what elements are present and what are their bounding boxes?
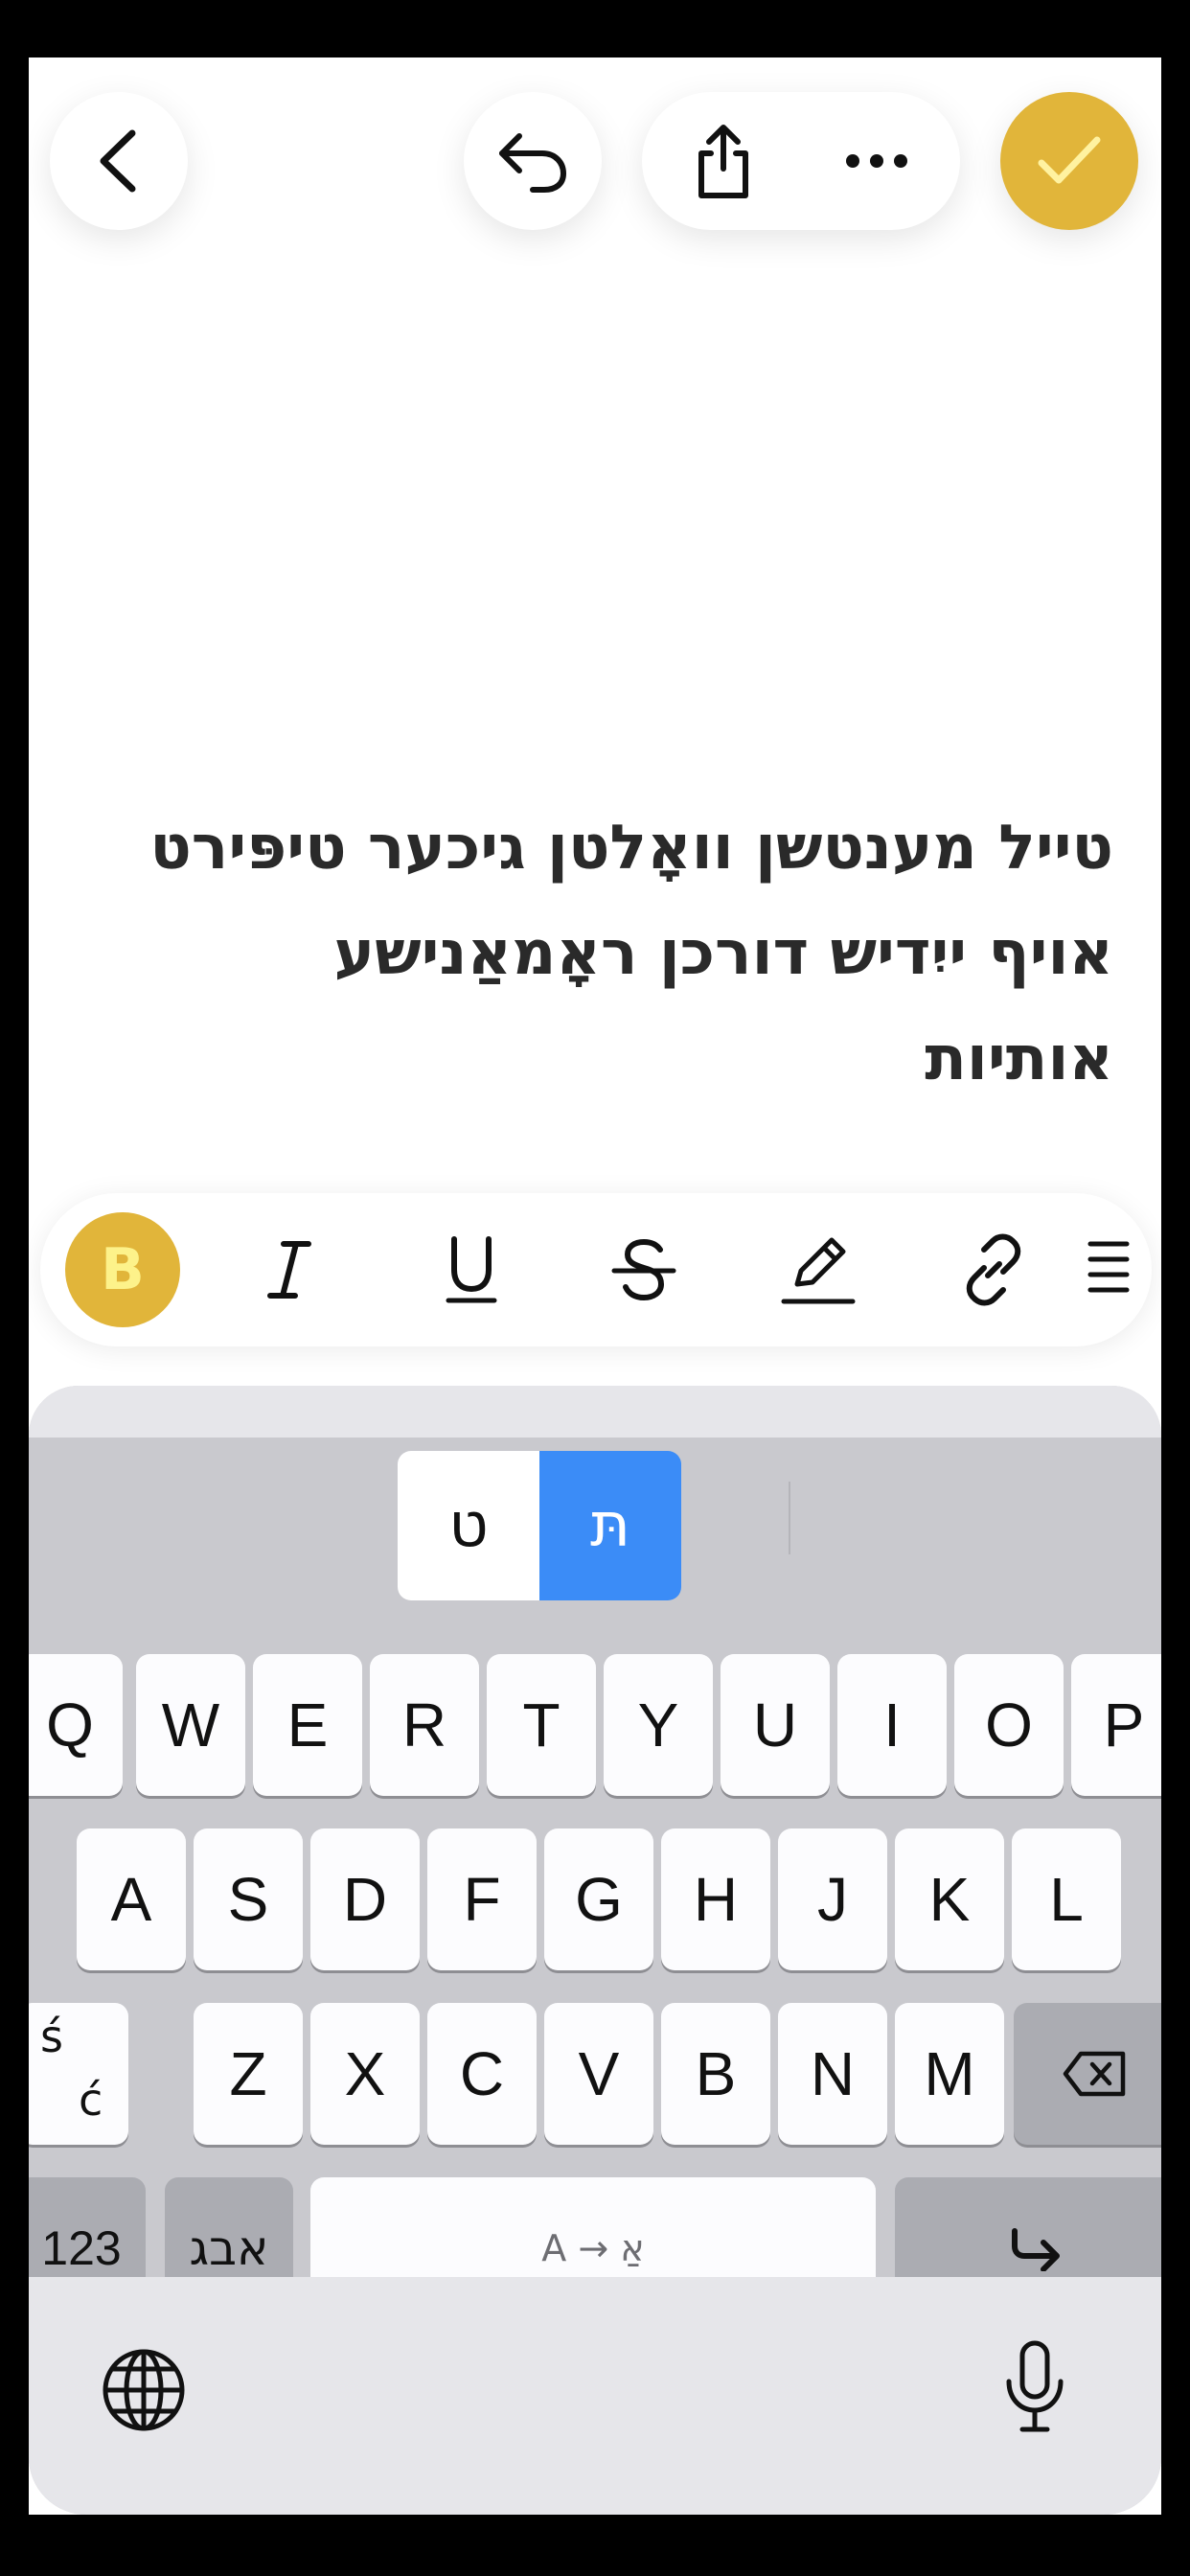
key-d[interactable]: D	[310, 1828, 420, 1970]
note-line-1: טייל מענטשן וואָלטן גיכער טיפּירט	[149, 813, 1113, 884]
key-u[interactable]: U	[721, 1654, 830, 1796]
share-button[interactable]	[671, 92, 776, 230]
key-n[interactable]: N	[778, 2003, 887, 2145]
suggestion-tet[interactable]: ט	[398, 1451, 539, 1600]
strikethrough-icon	[610, 1236, 677, 1303]
highlighter-pen-icon	[780, 1232, 857, 1307]
strikethrough-button[interactable]	[586, 1212, 701, 1327]
key-l[interactable]: L	[1012, 1828, 1121, 1970]
key-r[interactable]: R	[370, 1654, 479, 1796]
back-button[interactable]	[50, 92, 188, 230]
key-p[interactable]: P	[1071, 1654, 1161, 1796]
suggestion-divider	[789, 1482, 790, 1554]
backspace-icon	[1062, 2050, 1129, 2098]
share-icon	[690, 121, 757, 201]
keyboard: ט תּ Q W E R T Y U I O P A S D F G H J K…	[29, 1386, 1161, 2515]
checkmark-icon	[1036, 134, 1103, 188]
link-button[interactable]	[936, 1212, 1051, 1327]
key-c[interactable]: C	[427, 2003, 537, 2145]
keyboard-top-strip	[29, 1386, 1161, 1438]
chevron-left-icon	[90, 127, 148, 195]
italic-button[interactable]	[232, 1212, 347, 1327]
keyboard-bottom-bar	[29, 2277, 1161, 2515]
undo-button[interactable]	[464, 92, 602, 230]
align-button[interactable]	[1085, 1212, 1148, 1327]
key-h[interactable]: H	[661, 1828, 770, 1970]
bold-label: B	[101, 1236, 145, 1303]
microphone-icon	[1003, 2339, 1066, 2435]
delete-key[interactable]	[1014, 2003, 1161, 2145]
accent-c-label: ć	[79, 2074, 103, 2126]
key-z[interactable]: Z	[194, 2003, 303, 2145]
accent-s-label: ś	[40, 2011, 63, 2062]
key-a[interactable]: A	[77, 1828, 186, 1970]
undo-arrow-icon	[494, 126, 571, 196]
bold-button[interactable]: B	[65, 1212, 180, 1327]
key-o[interactable]: O	[954, 1654, 1064, 1796]
note-editor-screen: טייל מענטשן וואָלטן גיכער טיפּירט אויף י…	[29, 58, 1161, 2515]
link-icon	[955, 1231, 1032, 1308]
globe-icon	[100, 2346, 188, 2434]
more-button[interactable]	[824, 92, 929, 230]
note-line-3: אותיות	[925, 1024, 1113, 1094]
key-f[interactable]: F	[427, 1828, 537, 1970]
accent-key[interactable]: ś ć	[29, 2003, 128, 2145]
key-i[interactable]: I	[837, 1654, 947, 1796]
key-x[interactable]: X	[310, 2003, 420, 2145]
key-k[interactable]: K	[895, 1828, 1004, 1970]
note-body-text[interactable]: טייל מענטשן וואָלטן גיכער טיפּירט אויף י…	[86, 795, 1113, 1112]
ellipsis-icon	[843, 151, 910, 171]
key-s[interactable]: S	[194, 1828, 303, 1970]
highlight-button[interactable]	[761, 1212, 876, 1327]
key-w[interactable]: W	[136, 1654, 245, 1796]
key-q[interactable]: Q	[29, 1654, 123, 1796]
format-toolbar: B	[40, 1193, 1152, 1346]
key-b[interactable]: B	[661, 2003, 770, 2145]
dictation-button[interactable]	[996, 2334, 1073, 2440]
key-j[interactable]: J	[778, 1828, 887, 1970]
done-button[interactable]	[1000, 92, 1138, 230]
underline-icon	[443, 1233, 500, 1306]
italic-icon	[261, 1236, 318, 1303]
share-more-group	[642, 92, 960, 230]
key-v[interactable]: V	[544, 2003, 653, 2145]
return-arrow-icon	[1007, 2225, 1064, 2271]
suggestion-tof[interactable]: תּ	[539, 1451, 681, 1600]
globe-button[interactable]	[96, 2342, 192, 2438]
key-g[interactable]: G	[544, 1828, 653, 1970]
key-e[interactable]: E	[253, 1654, 362, 1796]
underline-button[interactable]	[414, 1212, 529, 1327]
key-t[interactable]: T	[487, 1654, 596, 1796]
align-lines-icon	[1085, 1236, 1133, 1303]
key-m[interactable]: M	[895, 2003, 1004, 2145]
key-y[interactable]: Y	[604, 1654, 713, 1796]
note-line-2: אויף ייִדיש דורכן ראָמאַנישע	[333, 918, 1114, 989]
